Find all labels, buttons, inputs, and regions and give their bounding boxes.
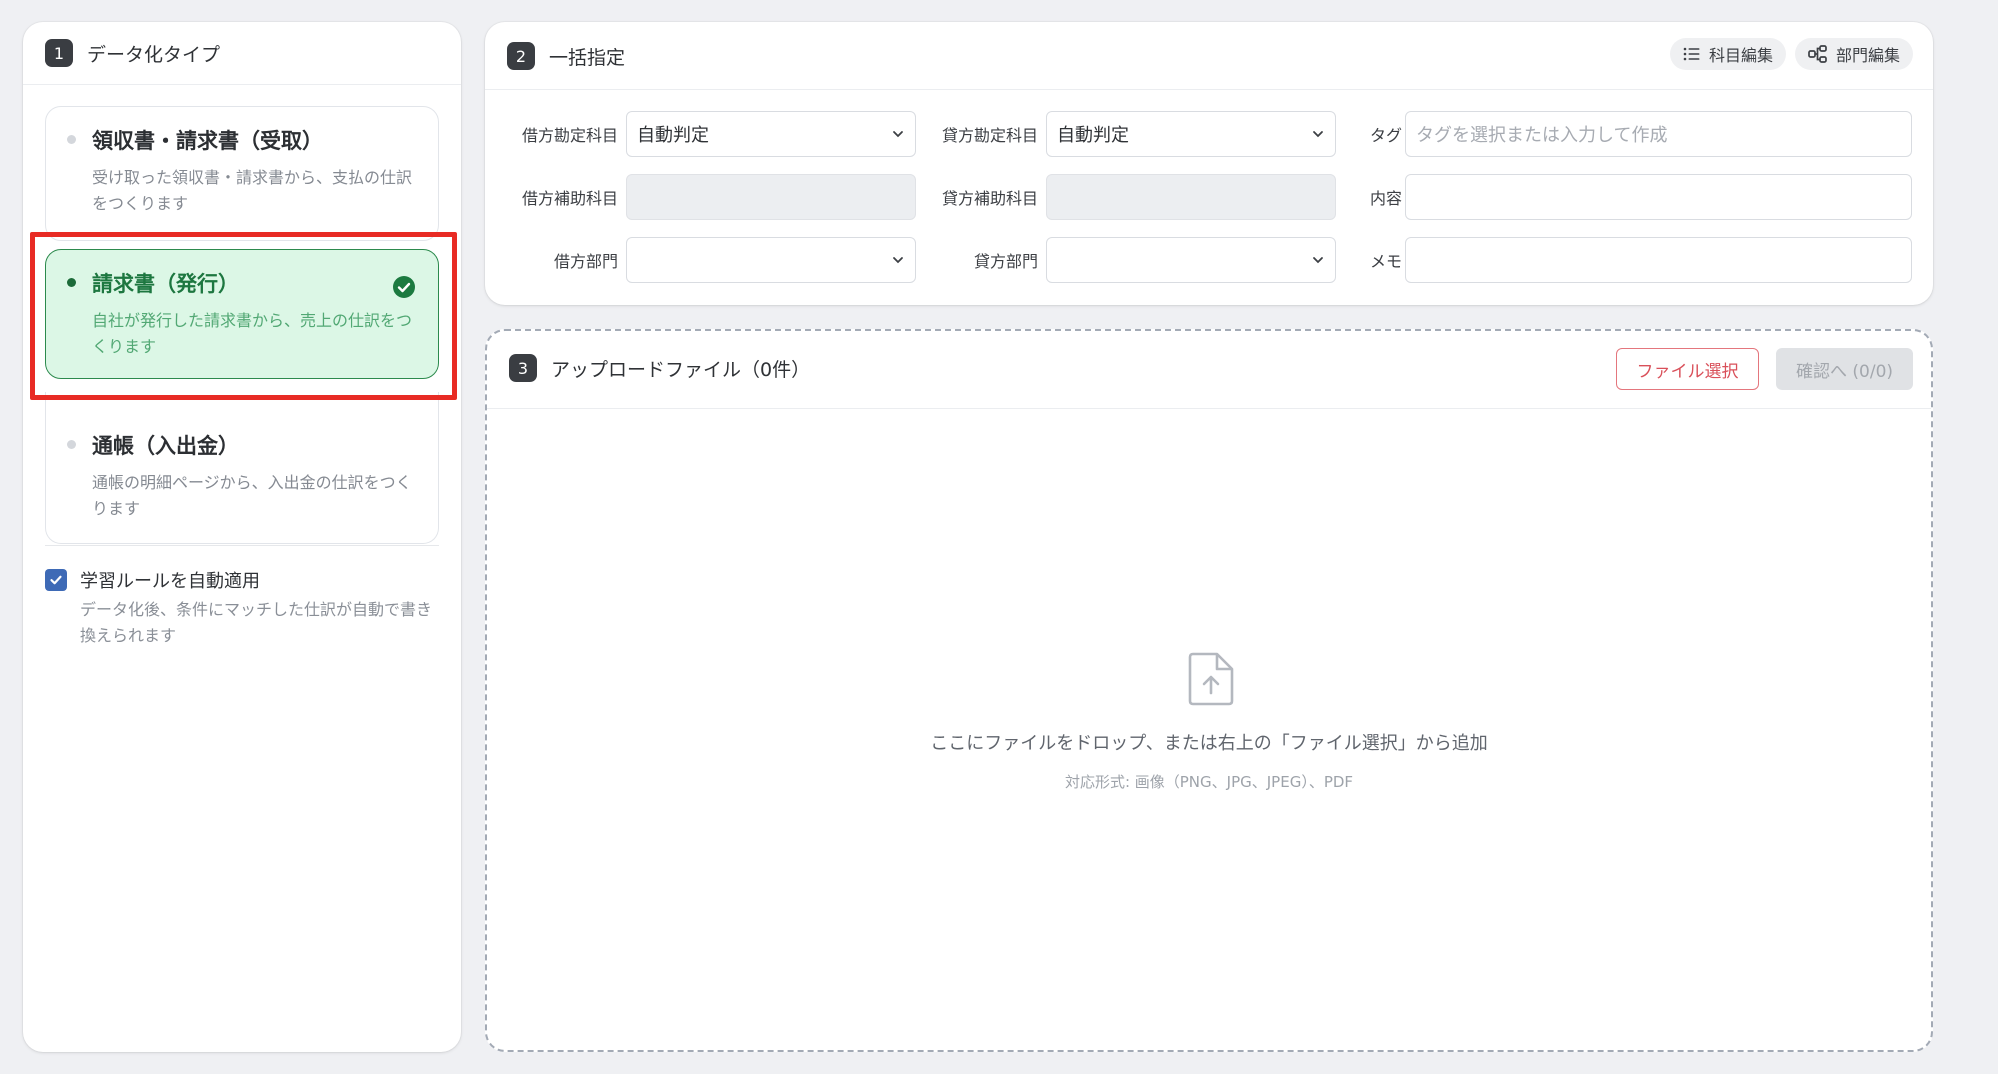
step-badge: 3 bbox=[509, 354, 537, 382]
step-badge: 2 bbox=[507, 42, 535, 70]
type-card-description: 受け取った領収書・請求書から、支払の仕訳をつくります bbox=[92, 168, 413, 213]
batch-header: 2 一括指定 bbox=[507, 42, 625, 70]
chevron-down-icon bbox=[893, 131, 903, 138]
upload-header: 3 アップロードファイル（0件） bbox=[509, 354, 810, 382]
file-upload-icon bbox=[1188, 652, 1234, 706]
type-card-receipt-received[interactable]: 領収書・請求書（受取） 受け取った領収書・請求書から、支払の仕訳をつくります bbox=[45, 106, 439, 241]
divider bbox=[485, 89, 1933, 90]
divider bbox=[487, 408, 1931, 409]
edit-accounts-button[interactable]: 科目編集 bbox=[1670, 38, 1787, 70]
org-chart-icon bbox=[1808, 45, 1827, 63]
debit-sub-account-select bbox=[626, 174, 916, 220]
credit-account-value: 自動判定 bbox=[1057, 125, 1129, 146]
debit-account-select[interactable]: 自動判定 bbox=[626, 111, 916, 157]
list-icon bbox=[1683, 47, 1700, 61]
chevron-down-icon bbox=[893, 257, 903, 264]
highlight-annotation bbox=[30, 232, 457, 400]
debit-department-select[interactable] bbox=[626, 237, 916, 283]
file-select-button[interactable]: ファイル選択 bbox=[1616, 348, 1759, 390]
debit-sub-account-label: 借方補助科目 bbox=[521, 189, 618, 208]
credit-account-label: 貸方勘定科目 bbox=[941, 126, 1038, 145]
chevron-down-icon bbox=[1313, 131, 1323, 138]
type-card-passbook[interactable]: 通帳（入出金） 通帳の明細ページから、入出金の仕訳をつくります bbox=[45, 392, 439, 544]
data-type-header: 1 データ化タイプ bbox=[45, 39, 220, 67]
panel-title: 一括指定 bbox=[549, 46, 626, 69]
bullet-icon bbox=[67, 440, 76, 449]
supported-formats-text: 対応形式: 画像（PNG、JPG、JPEG）、PDF bbox=[1064, 773, 1354, 791]
divider bbox=[45, 545, 439, 546]
drop-zone-text: ここにファイルをドロップ、または右上の「ファイル選択」から追加 bbox=[930, 733, 1488, 754]
debit-account-value: 自動判定 bbox=[637, 125, 709, 146]
batch-settings-panel: 2 一括指定 科目編集 部門編集 借方勘定科目 自動判定 貸方勘定科目 自動判定… bbox=[485, 22, 1933, 305]
debit-account-label: 借方勘定科目 bbox=[521, 126, 618, 145]
data-type-panel: 1 データ化タイプ 領収書・請求書（受取） 受け取った領収書・請求書から、支払の… bbox=[23, 22, 461, 1052]
type-card-description: 通帳の明細ページから、入出金の仕訳をつくります bbox=[92, 473, 412, 518]
credit-sub-account-label: 貸方補助科目 bbox=[941, 189, 1038, 208]
credit-sub-account-select bbox=[1046, 174, 1336, 220]
memo-label: メモ bbox=[1369, 252, 1402, 271]
edit-departments-label: 部門編集 bbox=[1836, 46, 1901, 65]
auto-rule-description: データ化後、条件にマッチした仕訳が自動で書き換えられます bbox=[80, 600, 433, 645]
content-input[interactable] bbox=[1405, 174, 1912, 220]
auto-rule-label[interactable]: 学習ルールを自動適用 bbox=[80, 567, 260, 593]
credit-department-select[interactable] bbox=[1046, 237, 1336, 283]
debit-department-label: 借方部門 bbox=[553, 252, 618, 271]
tag-label: タグ bbox=[1369, 126, 1402, 145]
type-card-title: 通帳（入出金） bbox=[92, 434, 239, 458]
memo-input[interactable] bbox=[1405, 237, 1912, 283]
credit-department-label: 貸方部門 bbox=[973, 252, 1038, 271]
auto-rule-checkbox[interactable] bbox=[45, 569, 67, 591]
divider bbox=[23, 84, 461, 85]
tag-placeholder: タグを選択または入力して作成 bbox=[1416, 125, 1668, 146]
step-badge: 1 bbox=[45, 39, 73, 67]
type-card-title: 領収書・請求書（受取） bbox=[92, 129, 323, 153]
edit-departments-button[interactable]: 部門編集 bbox=[1795, 38, 1914, 70]
content-label: 内容 bbox=[1369, 189, 1402, 208]
tag-input[interactable]: タグを選択または入力して作成 bbox=[1405, 111, 1912, 157]
credit-account-select[interactable]: 自動判定 bbox=[1046, 111, 1336, 157]
chevron-down-icon bbox=[1313, 257, 1323, 264]
upload-panel[interactable]: 3 アップロードファイル（0件） ファイル選択 確認へ (0/0) ここにファイ… bbox=[485, 329, 1933, 1052]
checkmark-icon bbox=[50, 575, 62, 585]
panel-title: データ化タイプ bbox=[87, 43, 221, 66]
bullet-icon bbox=[67, 135, 76, 144]
panel-title: アップロードファイル（0件） bbox=[551, 358, 811, 381]
edit-accounts-label: 科目編集 bbox=[1709, 46, 1774, 65]
confirm-button[interactable]: 確認へ (0/0) bbox=[1776, 348, 1913, 390]
